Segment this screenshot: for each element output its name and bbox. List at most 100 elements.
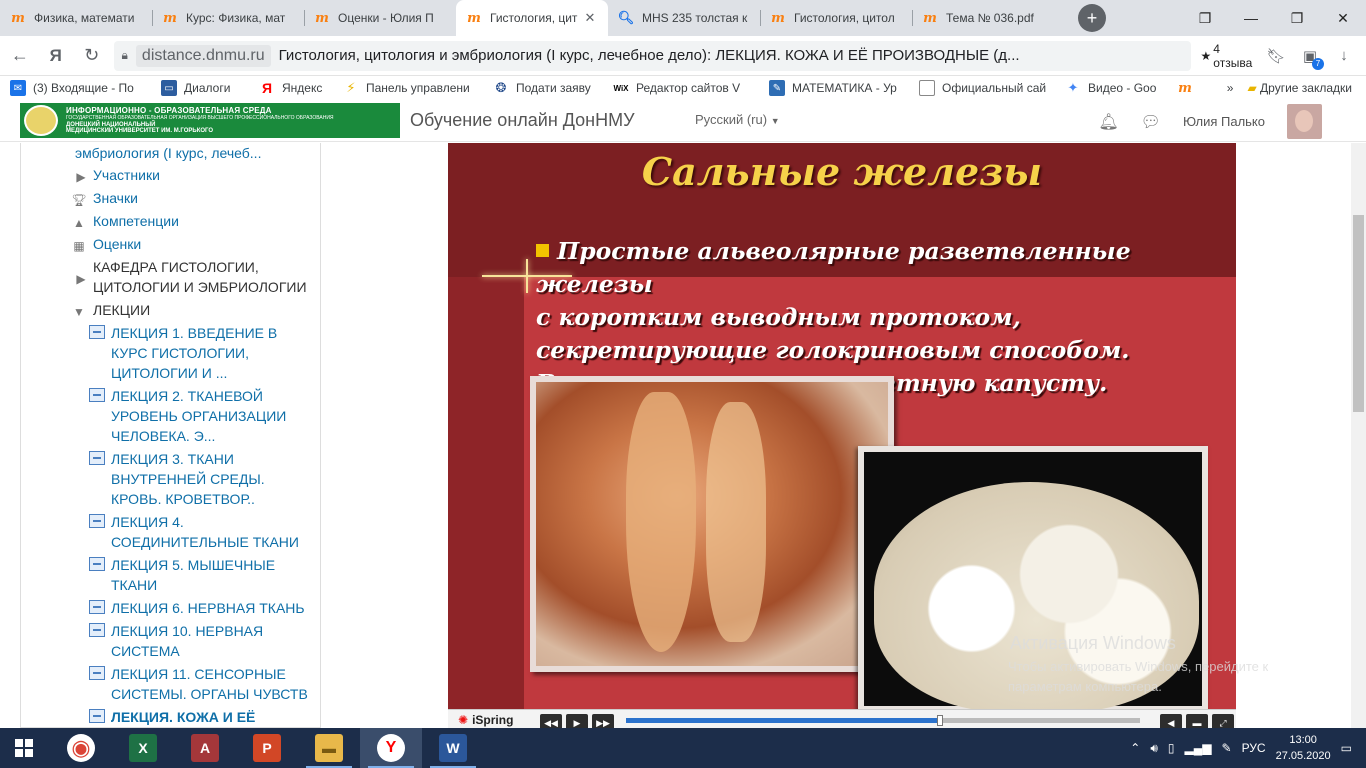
outline-icon: ▬ xyxy=(1192,718,1202,728)
user-name[interactable]: Юлия Палько xyxy=(1183,114,1265,129)
avatar[interactable] xyxy=(1287,104,1322,139)
messages-icon[interactable]: 💬︎ xyxy=(1141,112,1161,132)
taskbar-excel[interactable]: X xyxy=(112,728,174,768)
tab-2[interactable]: m Курс: Физика, мат xyxy=(152,0,304,36)
bookmark-item[interactable]: ✉ (3) Входящие - По xyxy=(10,80,145,96)
sidebar-item-label: Значки xyxy=(93,190,138,206)
minimize-icon[interactable]: — xyxy=(1228,0,1274,36)
taskbar-yandex-browser[interactable]: Y xyxy=(360,728,422,768)
screen: m Физика, математи m Курс: Физика, мат m Оц… xyxy=(0,0,1366,768)
caret-down-icon: ▼ xyxy=(770,116,780,126)
fast-forward-icon: ▶▶ xyxy=(596,717,610,728)
lecture-label: ЛЕКЦИЯ 1. ВВЕДЕНИЕ В КУРС ГИСТОЛОГИИ, ЦИ… xyxy=(111,325,278,381)
language-menu[interactable]: Русский (ru) ▼ xyxy=(695,112,780,127)
other-bookmarks-folder[interactable]: ▰ Другие закладки xyxy=(1247,81,1352,95)
yandex-icon[interactable]: Я xyxy=(40,40,72,72)
light-flare-decoration xyxy=(526,259,528,293)
page-scrollbar-thumb[interactable] xyxy=(1353,215,1364,412)
bookmark-item[interactable]: ▭ Диалоги xyxy=(161,80,243,96)
tab-3[interactable]: m Оценки - Юлия П xyxy=(304,0,456,36)
tab-1[interactable]: m Физика, математи xyxy=(0,0,152,36)
tab-5[interactable]: 🔍︎ MHS 235 толстая к xyxy=(608,0,760,36)
bookmark-item[interactable]: WiX Редактор сайтов V xyxy=(613,80,753,96)
close-window-icon[interactable]: ✕ xyxy=(1320,0,1366,36)
maximize-icon[interactable]: ❐ xyxy=(1274,0,1320,36)
progress-handle[interactable] xyxy=(936,715,943,726)
tab-label: Тема № 036.pdf xyxy=(946,11,1034,25)
bookmarks-bar: ✉ (3) Входящие - По ▭ Диалоги Я Яндекс ⚡ Пан… xyxy=(0,77,1366,99)
bookmark-label: Официальный сай xyxy=(942,81,1047,95)
tab-4-active[interactable]: m Гистология, цит ✕ xyxy=(456,0,608,36)
clock[interactable]: 13:00 27.05.2020 xyxy=(1276,732,1331,764)
moodle-header: ИНФОРМАЦИОННО - ОБРАЗОВАТЕЛЬНАЯ СРЕДА ГО… xyxy=(0,100,1366,142)
folder-icon: ▰ xyxy=(1247,81,1257,95)
taskbar-word[interactable]: W xyxy=(422,728,484,768)
tab-6[interactable]: m Гистология, цитол xyxy=(760,0,912,36)
lock-icon: 🔒︎ xyxy=(121,48,128,62)
tab-label: Оценки - Юлия П xyxy=(338,11,434,25)
start-button[interactable] xyxy=(0,728,48,768)
bookmark-label: Панель управлени xyxy=(366,81,470,95)
network-icon[interactable]: ▂▄▆ xyxy=(1185,741,1212,755)
tab-label: Гистология, цит xyxy=(490,11,578,25)
taskbar-powerpoint[interactable]: P xyxy=(236,728,298,768)
reviews-button[interactable]: ★ 4 отзыва xyxy=(1201,42,1262,70)
sidebar-item-label: Оценки xyxy=(93,236,142,252)
bookmark-label: Видео - Goo xyxy=(1088,81,1157,95)
caret-right-icon: ▶ xyxy=(76,170,86,184)
ispring-label: iSpring xyxy=(472,713,514,727)
caret-right-icon: ▶ xyxy=(76,272,86,286)
volume-tray-icon[interactable]: 🔊︎ xyxy=(1150,741,1158,756)
slide-side-band xyxy=(448,277,524,709)
site-name[interactable]: Обучение онлайн ДонНМУ xyxy=(410,110,635,131)
notification-center-icon[interactable]: ▭ xyxy=(1341,741,1352,755)
bookmark-label: (3) Входящие - По xyxy=(33,81,134,95)
notifications-bell-icon[interactable]: 🔔︎ xyxy=(1098,112,1118,132)
address-input[interactable]: 🔒︎ distance.dnmu.ru Гистология, цитологи… xyxy=(113,40,1191,71)
bookmark-item[interactable]: m xyxy=(1177,80,1199,96)
address-bar-row: ← Я ↻ 🔒︎ distance.dnmu.ru Гистология, ци… xyxy=(0,36,1366,76)
tab-7[interactable]: m Тема № 036.pdf xyxy=(912,0,1064,36)
bookmark-item[interactable]: Официальный сай xyxy=(919,80,1049,96)
excel-icon: X xyxy=(129,734,157,762)
windows-logo-icon xyxy=(15,739,33,757)
reload-icon[interactable]: ↻ xyxy=(76,40,108,72)
bookmark-item[interactable]: ✦ Видео - Goo xyxy=(1065,80,1161,96)
bookmark-item[interactable]: ✎ МАТЕМАТИКА - Ур xyxy=(769,80,903,96)
back-icon[interactable]: ← xyxy=(4,40,36,72)
input-language[interactable]: РУС xyxy=(1242,741,1266,755)
tray-chevron-icon[interactable]: ⌃ xyxy=(1130,741,1140,755)
moodle-icon: m xyxy=(771,10,785,26)
window-controls: ❐ — ❐ ✕ xyxy=(1182,0,1366,36)
taskbar-file-explorer[interactable]: ▬ xyxy=(298,728,360,768)
play-icon: ▶ xyxy=(573,717,581,728)
bookmark-icon[interactable]: 🔖︎ xyxy=(1262,42,1290,70)
taskbar-access[interactable]: A xyxy=(174,728,236,768)
bookmark-item[interactable]: ⚡ Панель управлени xyxy=(343,80,477,96)
tab-label: Физика, математи xyxy=(34,11,135,25)
battery-icon[interactable]: ▯ xyxy=(1168,741,1175,755)
tab-manager-icon[interactable]: ❐ xyxy=(1182,0,1228,36)
rewind-icon: ◀◀ xyxy=(544,717,558,728)
taskbar-chrome[interactable]: ◉ xyxy=(50,728,112,768)
pen-icon[interactable]: ✎ xyxy=(1222,741,1232,755)
bookmark-item[interactable]: ❂ Подати заяву xyxy=(493,80,597,96)
download-icon[interactable]: ↓ xyxy=(1330,42,1358,70)
bookmark-item[interactable]: Я Яндекс xyxy=(259,80,327,96)
course-title: эмбриология (I курс, лечеб... xyxy=(75,145,262,161)
wix-icon: WiX xyxy=(613,83,629,93)
browser-tab-strip: m Физика, математи m Курс: Физика, мат m Оц… xyxy=(0,0,1366,36)
star-icon: ★ xyxy=(1200,48,1212,63)
more-bookmarks-button[interactable]: » xyxy=(1227,81,1234,95)
new-tab-button[interactable]: + xyxy=(1078,4,1106,32)
lecture-presentation-icon xyxy=(89,557,105,573)
lecture-presentation-icon xyxy=(89,600,105,616)
lecture-label: ЛЕКЦИЯ 10. НЕРВНАЯ СИСТЕМА xyxy=(111,623,264,659)
progress-slider[interactable] xyxy=(626,715,1140,726)
close-tab-icon[interactable]: ✕ xyxy=(582,10,598,26)
site-logo[interactable]: ИНФОРМАЦИОННО - ОБРАЗОВАТЕЛЬНАЯ СРЕДА ГО… xyxy=(20,103,400,138)
extensions-icon[interactable]: ▣ 7 xyxy=(1296,42,1324,70)
sidebar-item-label: Участники xyxy=(93,167,160,183)
access-icon: A xyxy=(191,734,219,762)
system-tray: ⌃ 🔊︎ ▯ ▂▄▆ ✎ РУС 13:00 27.05.2020 ▭ xyxy=(1130,732,1366,764)
